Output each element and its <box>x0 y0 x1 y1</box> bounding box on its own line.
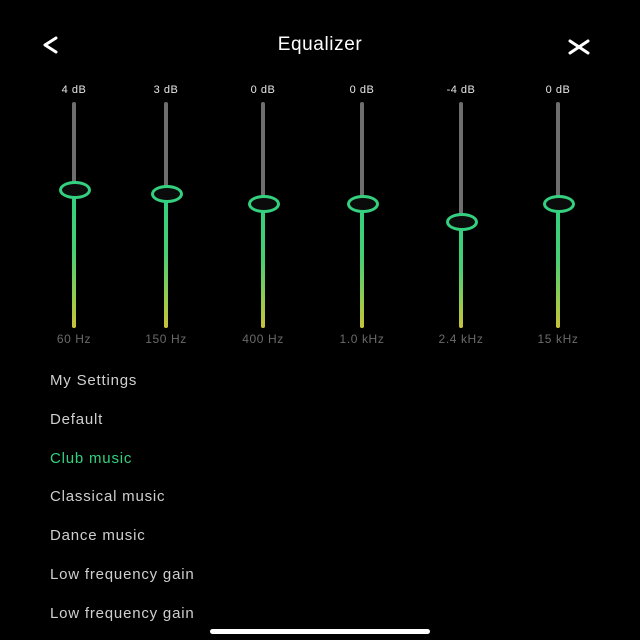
band-slider-handle[interactable] <box>347 195 379 213</box>
band-gain-label: 0 dB <box>250 84 276 96</box>
band-gain-label: 4 dB <box>61 84 87 96</box>
band-gain-label: 0 dB <box>349 84 375 96</box>
band-60hz: 4 dB 60 Hz <box>34 0 114 360</box>
band-400hz: 0 dB 400 Hz <box>223 0 303 360</box>
band-frequency-label: 150 Hz <box>145 332 187 346</box>
band-frequency-label: 15 kHz <box>537 332 579 346</box>
home-indicator[interactable] <box>210 629 430 634</box>
preset-my-settings[interactable]: My Settings <box>50 367 610 406</box>
band-15khz: 0 dB 15 kHz <box>518 0 598 360</box>
preset-dance-music[interactable]: Dance music <box>50 522 610 561</box>
band-2-4khz: -4 dB 2.4 kHz <box>421 0 501 360</box>
band-slider-track[interactable] <box>261 102 265 328</box>
band-gain-label: -4 dB <box>446 84 476 96</box>
band-frequency-label: 2.4 kHz <box>438 332 484 346</box>
band-150hz: 3 dB 150 Hz <box>126 0 206 360</box>
band-1khz: 0 dB 1.0 kHz <box>322 0 402 360</box>
band-slider-handle[interactable] <box>543 195 575 213</box>
band-slider-fill <box>261 204 265 328</box>
band-slider-fill <box>72 190 76 328</box>
band-frequency-label: 60 Hz <box>56 332 92 346</box>
preset-low-frequency-gain[interactable]: Low frequency gain <box>50 561 610 600</box>
band-slider-handle[interactable] <box>446 213 478 231</box>
preset-default[interactable]: Default <box>50 406 610 445</box>
band-slider-fill <box>360 204 364 328</box>
band-slider-handle[interactable] <box>151 185 183 203</box>
preset-classical-music[interactable]: Classical music <box>50 483 610 522</box>
band-frequency-label: 400 Hz <box>242 332 284 346</box>
band-frequency-label: 1.0 kHz <box>339 332 385 346</box>
band-slider-handle[interactable] <box>248 195 280 213</box>
band-slider-fill <box>459 222 463 328</box>
preset-club-music[interactable]: Club music <box>50 445 610 484</box>
band-slider-track[interactable] <box>360 102 364 328</box>
equalizer-bands: 4 dB 60 Hz 3 dB 150 Hz 0 dB 400 Hz 0 dB … <box>0 0 640 360</box>
band-slider-handle[interactable] <box>59 181 91 199</box>
band-gain-label: 3 dB <box>153 84 179 96</box>
preset-list: My Settings Default Club music Classical… <box>50 367 610 639</box>
band-slider-fill <box>556 204 560 328</box>
band-slider-fill <box>164 194 168 328</box>
band-slider-track[interactable] <box>556 102 560 328</box>
band-gain-label: 0 dB <box>545 84 571 96</box>
band-slider-track[interactable] <box>164 102 168 328</box>
band-slider-track[interactable] <box>72 102 76 328</box>
